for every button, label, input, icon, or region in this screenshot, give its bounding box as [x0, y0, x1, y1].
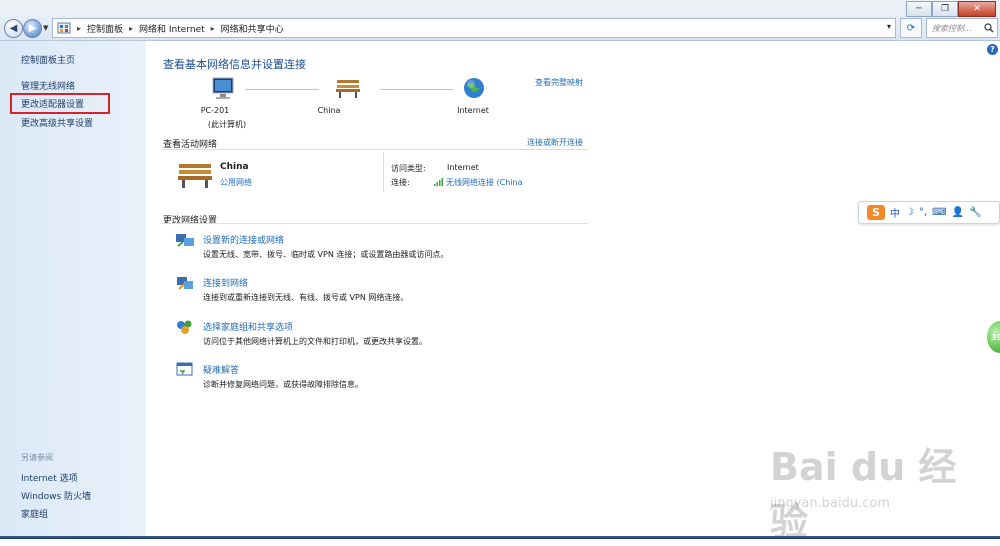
computer-icon[interactable]: [210, 76, 236, 102]
section-divider: [162, 149, 588, 150]
new-connection-icon: [176, 234, 194, 247]
breadcrumb-separator: ▸: [210, 23, 215, 33]
page-title: 查看基本网络信息并设置连接: [163, 58, 306, 71]
help-icon[interactable]: ?: [987, 44, 998, 55]
sidebar-item-manage-wireless[interactable]: 管理无线网络: [21, 79, 75, 92]
sidebar-item-advanced-sharing[interactable]: 更改高级共享设置: [21, 116, 93, 129]
back-button[interactable]: ◀: [4, 19, 23, 38]
access-type-value: Internet: [447, 163, 479, 172]
window-caption-buttons: ─ ❐ ✕: [906, 1, 996, 17]
punctuation-icon[interactable]: °,: [919, 207, 927, 218]
sidebar-item-internet-options[interactable]: Internet 选项: [21, 471, 78, 484]
map-link-line: [245, 89, 319, 90]
search-box[interactable]: 搜索控制...: [926, 18, 998, 38]
watermark-url: jingyan.baidu.com: [770, 496, 890, 511]
watermark-logo: Bai du 经验: [770, 445, 957, 544]
connect-disconnect-link[interactable]: 连接或断开连接: [527, 137, 583, 148]
close-button[interactable]: ✕: [958, 1, 996, 17]
chinese-mode-toggle[interactable]: 中: [890, 205, 900, 220]
internet-label: Internet: [457, 106, 489, 115]
sidebar-item-homegroup[interactable]: 家庭组: [21, 507, 48, 520]
map-link-line: [380, 89, 454, 90]
recent-pages-dropdown[interactable]: ▼: [43, 24, 48, 32]
connection-label: 连接:: [391, 178, 410, 187]
connect-network-icon: [177, 277, 193, 290]
section-divider: [162, 223, 588, 224]
address-dropdown-icon[interactable]: ▾: [887, 22, 891, 31]
search-icon[interactable]: [984, 23, 994, 33]
globe-icon[interactable]: [462, 76, 486, 100]
breadcrumb-separator: ▸: [129, 23, 134, 33]
ime-toolbar[interactable]: S 中 ☽ °, ⌨ 👤 🔧: [858, 201, 1000, 224]
access-type-label: 访问类型:: [391, 164, 426, 173]
refresh-button[interactable]: ⟳: [900, 18, 922, 38]
homegroup-icon: [177, 320, 192, 334]
forward-button[interactable]: ▶: [23, 19, 42, 38]
maximize-button[interactable]: ❐: [932, 1, 958, 17]
see-also-heading: 另请参阅: [21, 453, 53, 462]
sidebar: 控制面板主页 管理无线网络 更改适配器设置 更改高级共享设置 另请参阅 Inte…: [0, 41, 146, 539]
connect-to-network-desc: 连接到或重新连接到无线、有线、拨号或 VPN 网络连接。: [203, 293, 409, 302]
signal-strength-icon: [434, 178, 443, 186]
sidebar-item-windows-firewall[interactable]: Windows 防火墙: [21, 489, 91, 502]
troubleshoot-icon: [176, 362, 193, 376]
breadcrumb-separator: ▸: [77, 23, 82, 33]
sogou-logo-icon[interactable]: S: [867, 205, 885, 220]
bench-icon[interactable]: [335, 77, 361, 99]
network-name-label: China: [317, 106, 341, 115]
half-width-moon-icon[interactable]: ☽: [905, 207, 914, 218]
address-bar[interactable]: ▸ 控制面板 ▸ 网络和 Internet ▸ 网络和共享中心 ▾: [52, 18, 896, 38]
keyboard-icon[interactable]: ⌨: [932, 207, 946, 218]
homegroup-sharing-link[interactable]: 选择家庭组和共享选项: [203, 320, 293, 333]
homegroup-sharing-desc: 访问位于其他网络计算机上的文件和打印机，或更改共享设置。: [203, 337, 427, 346]
setup-new-connection-desc: 设置无线、宽带、拨号、临时或 VPN 连接；或设置路由器或访问点。: [203, 250, 449, 259]
search-input[interactable]: 搜索控制...: [932, 23, 984, 34]
view-full-map-link[interactable]: 查看完整映射: [535, 77, 583, 88]
setup-new-connection-link[interactable]: 设置新的连接或网络: [203, 233, 284, 246]
network-type-link[interactable]: 公用网络: [220, 177, 252, 188]
troubleshoot-desc: 诊断并修复网络问题，或获得故障排除信息。: [203, 380, 363, 389]
public-network-bench-icon: [178, 164, 212, 188]
wrench-icon[interactable]: 🔧: [969, 207, 981, 218]
baidu-watermark: Bai du 经验 jingyan.baidu.com: [770, 430, 970, 544]
change-settings-heading: 更改网络设置: [163, 216, 218, 226]
user-icon[interactable]: 👤: [952, 207, 964, 218]
breadcrumb-network-sharing[interactable]: 网络和共享中心: [221, 22, 284, 35]
vertical-divider: [383, 152, 384, 192]
pc-name-label: PC-201: [200, 106, 230, 115]
minimize-button[interactable]: ─: [906, 1, 932, 17]
control-panel-icon: [57, 22, 71, 34]
sidebar-item-control-panel-home[interactable]: 控制面板主页: [21, 53, 75, 66]
this-computer-label: (此计算机): [207, 120, 247, 129]
troubleshoot-link[interactable]: 疑难解答: [203, 363, 239, 376]
breadcrumb-control-panel[interactable]: 控制面板: [87, 22, 123, 35]
address-toolbar: ─ ❐ ✕ ◀ ▶ ▼ ▸ 控制面板 ▸ 网络和 Internet ▸ 网络和共…: [0, 0, 1000, 41]
sidebar-item-change-adapter-settings[interactable]: 更改适配器设置: [9, 93, 111, 114]
active-network-name: China: [220, 162, 249, 172]
breadcrumb-network-internet[interactable]: 网络和 Internet: [139, 22, 205, 35]
connect-to-network-link[interactable]: 连接到网络: [203, 276, 248, 289]
wireless-connection-link[interactable]: 无线网络连接 (China: [446, 177, 523, 188]
